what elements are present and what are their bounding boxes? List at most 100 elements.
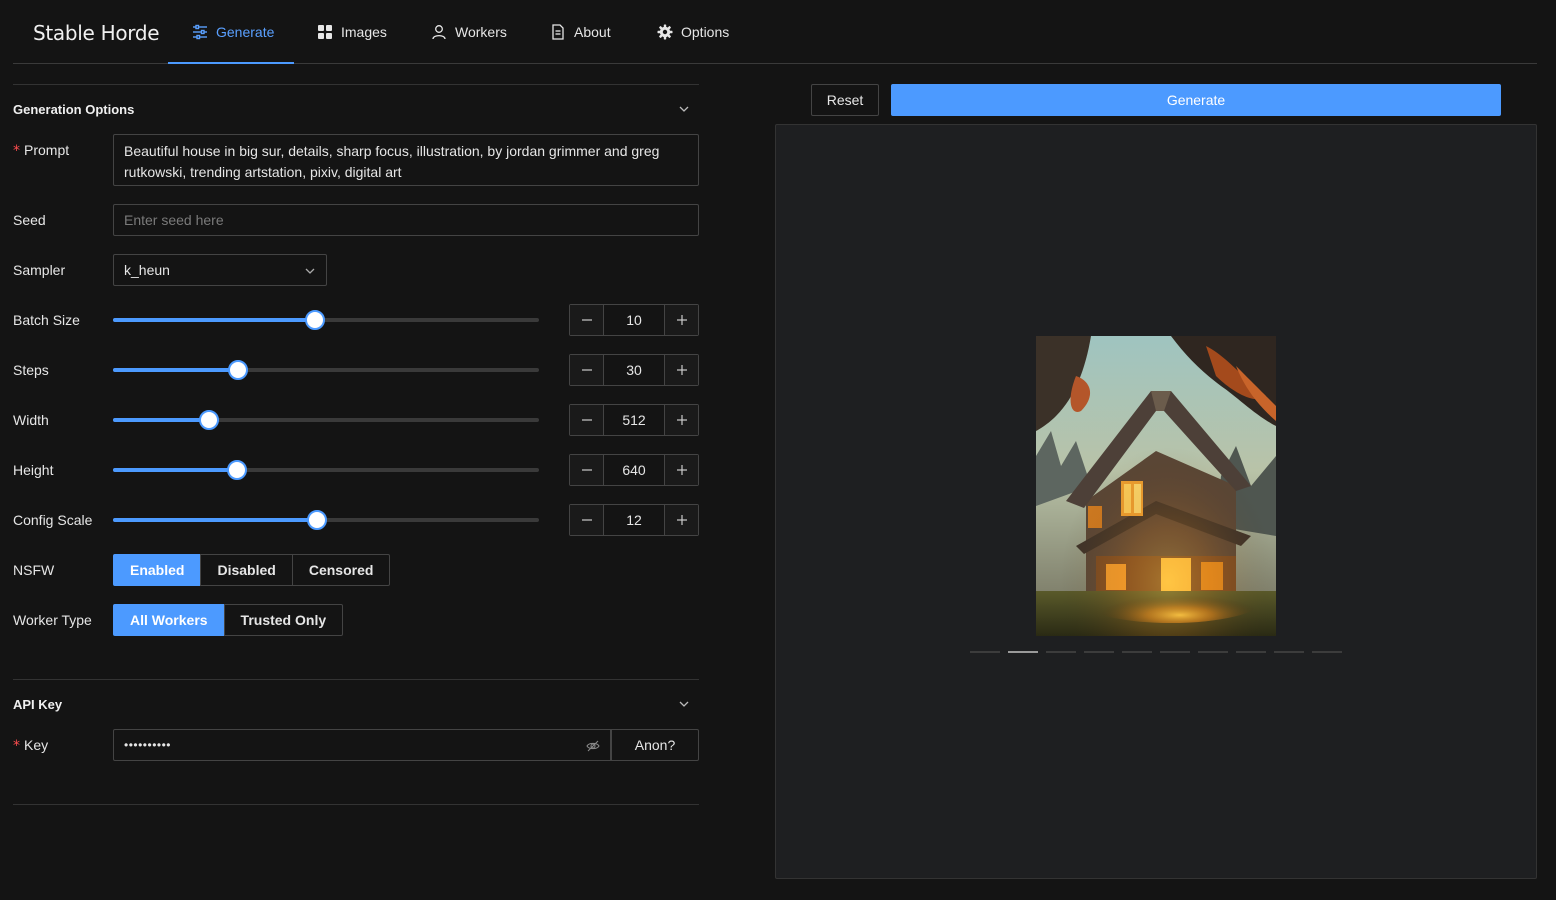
slider-fill	[113, 418, 209, 422]
nav-generate[interactable]: Generate	[167, 0, 295, 64]
chevron-down-icon	[305, 268, 315, 274]
carousel-dot[interactable]	[1236, 651, 1266, 653]
chevron-down-icon[interactable]	[678, 698, 690, 710]
carousel-dot[interactable]	[1122, 651, 1152, 653]
slider-handle[interactable]	[227, 360, 248, 380]
generate-button[interactable]: Generate	[891, 84, 1501, 116]
config-scale-stepper[interactable]: 12	[569, 504, 699, 536]
decrement-button[interactable]	[570, 355, 603, 385]
carousel-dot[interactable]	[1160, 651, 1190, 653]
increment-button[interactable]	[665, 505, 698, 535]
plus-icon	[676, 415, 687, 425]
carousel-dot[interactable]	[1312, 651, 1342, 653]
slider-handle[interactable]	[304, 310, 325, 330]
seed-input[interactable]: Enter seed here	[113, 204, 699, 236]
divider	[13, 804, 699, 805]
carousel-dot[interactable]	[1084, 651, 1114, 653]
sampler-label: Sampler	[13, 262, 66, 278]
width-label: Width	[13, 412, 49, 428]
nav-workers[interactable]: Workers	[431, 0, 507, 63]
steps-slider[interactable]	[113, 360, 539, 380]
user-icon	[432, 24, 446, 39]
sliders-icon	[193, 24, 207, 39]
width-stepper[interactable]: 512	[569, 404, 699, 436]
nsfw-radio-group: Enabled Disabled Censored	[113, 554, 391, 586]
plus-icon	[676, 315, 687, 325]
app-title[interactable]: Stable Horde	[33, 21, 160, 45]
required-mark: *	[13, 143, 20, 159]
decrement-button[interactable]	[570, 405, 603, 435]
carousel-dot[interactable]	[1274, 651, 1304, 653]
chevron-down-icon[interactable]	[678, 103, 690, 115]
decrement-button[interactable]	[570, 505, 603, 535]
nav-generate-label: Generate	[216, 23, 275, 40]
api-key-input[interactable]: ••••••••••	[113, 729, 611, 761]
increment-button[interactable]	[665, 355, 698, 385]
width-value[interactable]: 512	[603, 405, 665, 435]
decrement-button[interactable]	[570, 455, 603, 485]
sampler-select[interactable]: k_heun	[113, 254, 327, 286]
nav-options[interactable]: Options	[657, 0, 729, 63]
config-scale-label: Config Scale	[13, 512, 93, 528]
generated-image[interactable]	[1036, 336, 1276, 636]
slider-fill	[113, 368, 238, 372]
required-mark: *	[13, 738, 20, 754]
house-illustration	[1036, 336, 1276, 636]
seed-label: Seed	[13, 212, 46, 228]
nav-workers-label: Workers	[455, 23, 507, 40]
reset-button[interactable]: Reset	[811, 84, 879, 116]
carousel-dot[interactable]	[970, 651, 1000, 653]
trusted-only-option[interactable]: Trusted Only	[223, 604, 344, 636]
decrement-button[interactable]	[570, 305, 603, 335]
height-slider[interactable]	[113, 460, 539, 480]
batch-size-stepper[interactable]: 10	[569, 304, 699, 336]
carousel-dot[interactable]	[1198, 651, 1228, 653]
nav-about[interactable]: About	[550, 0, 611, 63]
prompt-label-text: Prompt	[24, 142, 70, 158]
divider	[13, 679, 699, 680]
nav-about-label: About	[574, 23, 611, 40]
nsfw-censored-option[interactable]: Censored	[291, 554, 391, 586]
top-navbar: Stable Horde Generate Images Workers Abo…	[13, 0, 1537, 64]
steps-stepper[interactable]: 30	[569, 354, 699, 386]
carousel-dot[interactable]	[1046, 651, 1076, 653]
api-key-value: ••••••••••	[124, 738, 172, 752]
anon-button[interactable]: Anon?	[611, 729, 699, 761]
carousel-dot[interactable]	[1008, 651, 1038, 653]
nav-images[interactable]: Images	[317, 0, 387, 63]
prompt-textarea[interactable]: Beautiful house in big sur, details, sha…	[113, 134, 699, 186]
config-scale-slider[interactable]	[113, 510, 539, 530]
worker-type-label: Worker Type	[13, 612, 92, 628]
batch-size-value[interactable]: 10	[603, 305, 665, 335]
nav-options-label: Options	[681, 23, 730, 40]
height-value[interactable]: 640	[603, 455, 665, 485]
config-scale-value[interactable]: 12	[603, 505, 665, 535]
slider-handle[interactable]	[226, 460, 247, 480]
slider-fill	[113, 318, 315, 322]
nsfw-enabled-option[interactable]: Enabled	[113, 554, 202, 586]
sampler-value: k_heun	[124, 262, 170, 278]
batch-size-slider[interactable]	[113, 310, 539, 330]
increment-button[interactable]	[665, 455, 698, 485]
carousel-indicators	[970, 651, 1342, 653]
api-key-title[interactable]: API Key	[13, 697, 62, 712]
minus-icon	[581, 319, 592, 321]
slider-handle[interactable]	[198, 410, 219, 430]
eye-invisible-icon[interactable]	[586, 739, 600, 753]
key-label-text: Key	[24, 737, 49, 753]
height-label: Height	[13, 462, 54, 478]
slider-fill	[113, 518, 318, 522]
slider-fill	[113, 468, 237, 472]
height-stepper[interactable]: 640	[569, 454, 699, 486]
grid-icon	[318, 24, 332, 39]
steps-value[interactable]: 30	[603, 355, 665, 385]
generation-options-title[interactable]: Generation Options	[13, 102, 134, 117]
nav-images-label: Images	[341, 23, 387, 40]
width-slider[interactable]	[113, 410, 539, 430]
slider-handle[interactable]	[307, 510, 328, 530]
batch-size-label: Batch Size	[13, 312, 80, 328]
increment-button[interactable]	[665, 305, 698, 335]
increment-button[interactable]	[665, 405, 698, 435]
all-workers-option[interactable]: All Workers	[113, 604, 225, 636]
nsfw-disabled-option[interactable]: Disabled	[200, 554, 293, 586]
